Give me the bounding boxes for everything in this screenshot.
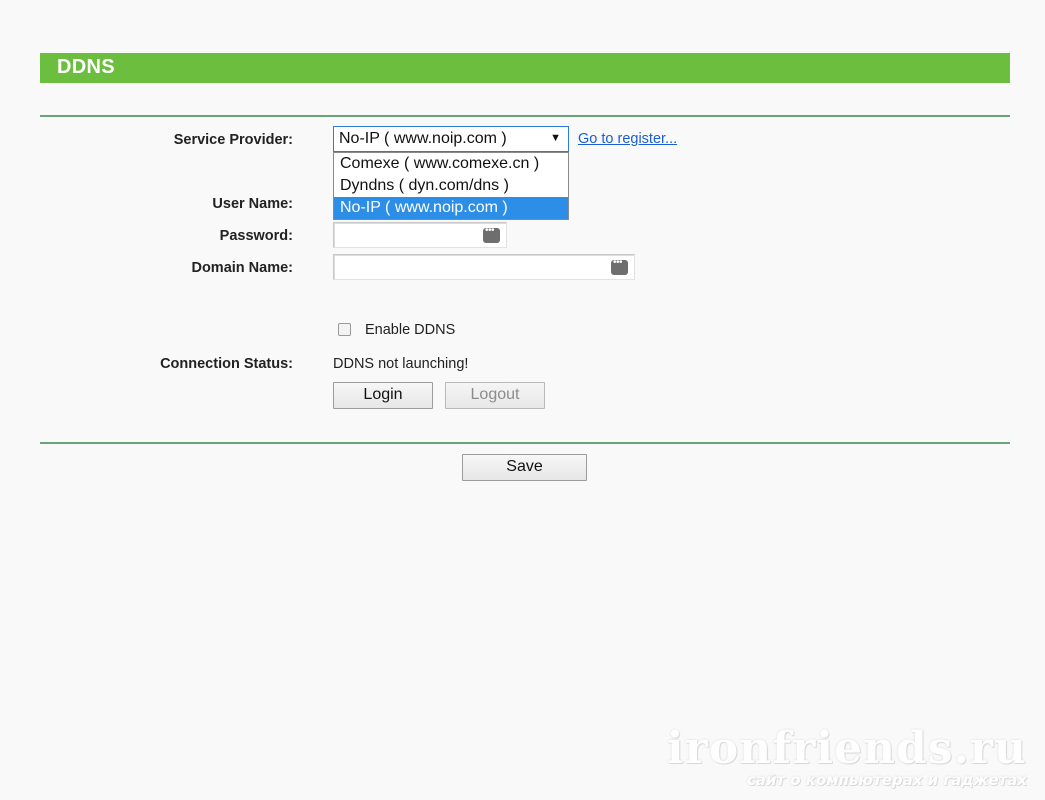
- password-input[interactable]: [333, 222, 507, 248]
- site-watermark: ironfriends.ru сайт о компьютерах и гадж…: [666, 723, 1027, 790]
- password-key-icon[interactable]: [483, 225, 500, 243]
- enable-ddns-label: Enable DDNS: [365, 322, 456, 338]
- domain-name-input[interactable]: [333, 254, 635, 280]
- ddns-settings-page: DDNS Service Provider: No-IP ( www.noip.…: [0, 0, 1045, 800]
- page-title: DDNS: [57, 56, 115, 78]
- top-divider: [40, 115, 1010, 117]
- connection-status-value: DDNS not launching!: [333, 356, 469, 372]
- bottom-divider: [40, 442, 1010, 444]
- header-bar: DDNS: [40, 53, 1010, 83]
- watermark-title: ironfriends.ru: [666, 723, 1027, 774]
- service-provider-dropdown: Comexe ( www.comexe.cn ) Dyndns ( dyn.co…: [333, 152, 569, 220]
- logout-button[interactable]: Logout: [445, 382, 545, 409]
- service-provider-selected-value: No-IP ( www.noip.com ): [339, 130, 507, 147]
- go-to-register-link[interactable]: Go to register...: [578, 131, 677, 147]
- enable-ddns-checkbox[interactable]: [338, 323, 351, 336]
- dropdown-option-comexe[interactable]: Comexe ( www.comexe.cn ): [334, 153, 568, 175]
- dropdown-option-dyndns[interactable]: Dyndns ( dyn.com/dns ): [334, 175, 568, 197]
- service-provider-select[interactable]: No-IP ( www.noip.com ) ▼: [333, 126, 569, 152]
- domain-name-label: Domain Name:: [191, 260, 293, 276]
- save-button[interactable]: Save: [462, 454, 587, 481]
- password-label: Password:: [219, 228, 293, 244]
- triangle-down-icon: ▼: [550, 132, 561, 144]
- login-button[interactable]: Login: [333, 382, 433, 409]
- password-key-icon[interactable]: [611, 257, 628, 275]
- service-provider-label: Service Provider:: [173, 132, 293, 148]
- dropdown-option-noip[interactable]: No-IP ( www.noip.com ): [334, 197, 568, 219]
- connection-status-label: Connection Status:: [160, 356, 293, 372]
- user-name-label: User Name:: [212, 196, 293, 212]
